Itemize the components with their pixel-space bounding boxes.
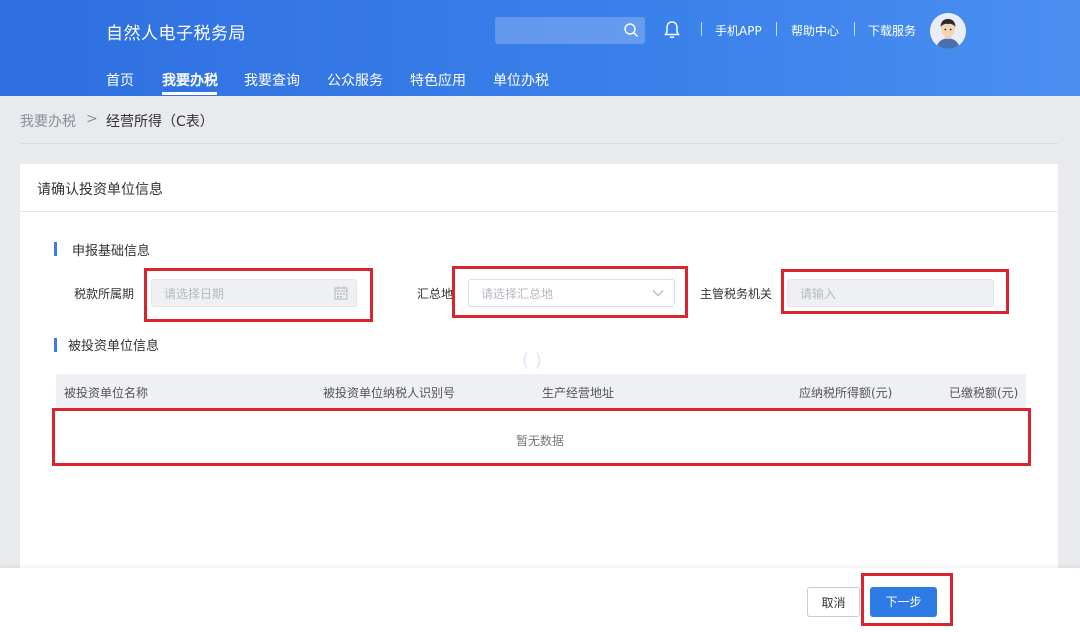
avatar[interactable] [930, 13, 966, 49]
column-header-taxpayer-id: 被投资单位纳税人识别号 [323, 386, 456, 400]
breadcrumb-separator: > [86, 111, 98, 127]
tax-period-label: 税款所属期 [74, 287, 135, 301]
nav-public-service[interactable]: 公众服务 [327, 70, 383, 90]
card-title: 请确认投资单位信息 [37, 182, 163, 198]
divider [20, 211, 1058, 212]
loading-spinner-icon: ( ) [522, 350, 542, 371]
cancel-button[interactable]: 取消 [807, 587, 860, 617]
tax-authority-label: 主管税务机关 [700, 287, 773, 301]
nav-tax-handling[interactable]: 我要办税 [162, 70, 218, 90]
column-header-paid-tax: 已缴税额(元) [949, 386, 1019, 400]
divider [776, 22, 777, 36]
highlight-summary-location [452, 266, 688, 318]
divider [701, 22, 702, 36]
search-input[interactable] [495, 17, 645, 44]
highlight-next-button [861, 573, 953, 626]
help-center-link[interactable]: 帮助中心 [791, 22, 839, 39]
section-title-basic-info: 申报基础信息 [72, 244, 151, 259]
top-header: 自然人电子税务局 手机APP 帮助中心 下载服务 首页 我要办税 我要查询 公众… [0, 0, 1080, 96]
nav-query[interactable]: 我要查询 [244, 70, 300, 90]
column-header-name: 被投资单位名称 [64, 386, 149, 400]
action-footer: 取消 下一步 [0, 568, 1080, 632]
user-avatar-icon [930, 13, 966, 49]
highlight-table-body [52, 408, 1031, 466]
highlight-tax-period [144, 268, 373, 322]
highlight-tax-authority [781, 269, 1009, 314]
investee-table-header: 被投资单位名称 被投资单位纳税人识别号 生产经营地址 应纳税所得额(元) 已缴税… [56, 374, 1026, 408]
investment-info-card: 请确认投资单位信息 申报基础信息 税款所属期 请选择日期 汇总地 请选择汇总地 … [20, 164, 1058, 574]
nav-active-indicator [162, 92, 217, 95]
section-title-investee-info: 被投资单位信息 [68, 339, 160, 354]
section-marker [54, 338, 57, 352]
mobile-app-link[interactable]: 手机APP [715, 22, 762, 39]
summary-location-label: 汇总地 [417, 287, 454, 301]
column-header-taxable-income: 应纳税所得额(元) [799, 386, 893, 400]
bell-icon[interactable] [662, 20, 682, 40]
nav-home[interactable]: 首页 [106, 70, 134, 90]
divider [20, 143, 1058, 144]
breadcrumb-parent[interactable]: 我要办税 [20, 111, 76, 131]
nav-featured-apps[interactable]: 特色应用 [410, 70, 466, 90]
nav-unit-tax[interactable]: 单位办税 [493, 70, 549, 90]
divider [854, 22, 855, 36]
column-header-address: 生产经营地址 [542, 386, 615, 400]
download-service-link[interactable]: 下载服务 [868, 22, 916, 39]
site-title[interactable]: 自然人电子税务局 [106, 19, 246, 44]
breadcrumb-current: 经营所得（C表） [106, 114, 214, 130]
search-icon[interactable] [623, 22, 639, 38]
section-marker [54, 242, 57, 256]
